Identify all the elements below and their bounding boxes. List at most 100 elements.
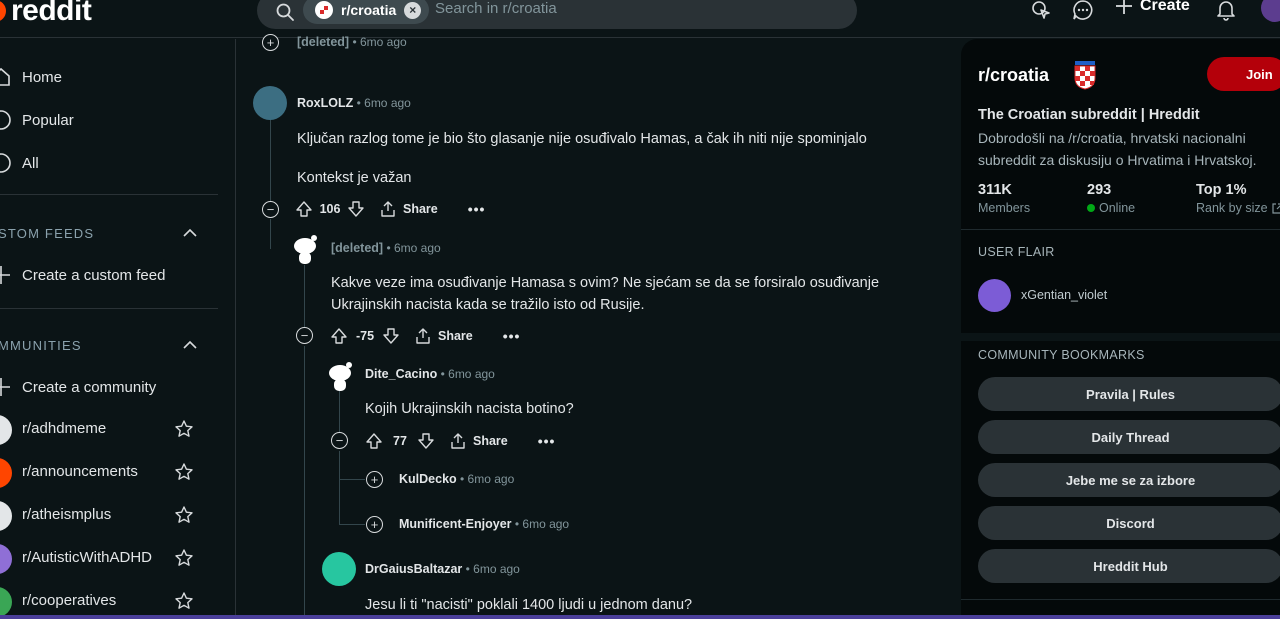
community-name: r/cooperatives xyxy=(22,592,117,609)
comment-time: 6mo ago xyxy=(359,35,407,49)
thread-line xyxy=(270,119,271,209)
search-scope-chip[interactable]: r/croatia × xyxy=(303,0,430,24)
downvote-icon[interactable] xyxy=(417,432,435,450)
join-button[interactable]: Join xyxy=(1207,57,1280,91)
comment-body: Jesu li ti "nacisti" poklali 1400 ljudi … xyxy=(365,597,693,613)
thread-line xyxy=(270,219,271,249)
chat-icon[interactable] xyxy=(1071,0,1095,22)
collapse-thread-button[interactable]: − xyxy=(331,432,348,449)
meta-separator: • xyxy=(386,241,394,255)
more-options-button[interactable]: ••• xyxy=(503,328,521,344)
subreddit-description: Dobrodošli na /r/croatia, hrvatski nacio… xyxy=(978,130,1257,168)
subreddit-name[interactable]: r/croatia xyxy=(978,65,1049,86)
community-item[interactable]: r/atheismplus xyxy=(0,497,220,533)
more-options-button[interactable]: ••• xyxy=(468,201,486,217)
favorite-star-icon[interactable] xyxy=(174,591,194,611)
popular-icon xyxy=(0,110,11,130)
clear-scope-icon[interactable]: × xyxy=(404,1,422,19)
community-name: r/AutisticWithADHD xyxy=(22,549,153,566)
subreddit-info-sidebar: r/croatia Join The Croatian subreddit | … xyxy=(961,39,1280,619)
community-item[interactable]: r/AutisticWithADHD xyxy=(0,540,220,576)
notifications-bell-icon[interactable] xyxy=(1214,0,1238,22)
left-sidebar: Home Popular All STOM FEEDS Create a cus… xyxy=(0,39,236,619)
comment-author[interactable]: KulDecko xyxy=(399,472,457,486)
custom-feeds-heading[interactable]: STOM FEEDS xyxy=(0,219,218,249)
favorite-star-icon[interactable] xyxy=(174,505,194,525)
comment-meta: [deleted] • 6mo ago xyxy=(331,241,441,255)
community-item[interactable]: r/announcements xyxy=(0,454,220,490)
user-avatar[interactable] xyxy=(322,552,356,586)
favorite-star-icon[interactable] xyxy=(174,548,194,568)
community-name: r/adhdmeme xyxy=(22,420,107,437)
bookmark-button[interactable]: Hreddit Hub xyxy=(978,549,1280,583)
community-name: r/announcements xyxy=(22,463,138,480)
reddit-logo[interactable]: reddit xyxy=(0,0,92,28)
bookmark-button[interactable]: Discord xyxy=(978,506,1280,540)
share-button[interactable]: Share xyxy=(449,432,508,450)
communities-heading[interactable]: MMUNITIES xyxy=(0,331,218,361)
collapse-thread-button[interactable]: − xyxy=(262,201,279,218)
nav-popular[interactable]: Popular xyxy=(0,102,220,138)
home-icon xyxy=(0,67,10,86)
favorite-star-icon[interactable] xyxy=(174,462,194,482)
croatia-flag-icon xyxy=(1074,61,1096,90)
thread-line xyxy=(304,265,305,335)
thread-line xyxy=(304,346,305,619)
upvote-icon[interactable] xyxy=(365,432,383,450)
bookmark-button[interactable]: Daily Thread xyxy=(978,420,1280,454)
subreddit-title: The Croatian subreddit | Hreddit xyxy=(978,107,1200,123)
bookmark-button[interactable]: Jebe me se za izbore xyxy=(978,463,1280,497)
share-button[interactable]: Share xyxy=(414,327,473,345)
nav-all[interactable]: All xyxy=(0,145,220,181)
favorite-star-icon[interactable] xyxy=(174,419,194,439)
downvote-icon[interactable] xyxy=(347,200,365,218)
comment-author[interactable]: DrGaiusBaltazar xyxy=(365,562,462,576)
search-input[interactable]: Search in r/croatia xyxy=(435,0,557,17)
top-header: reddit r/croatia × Search in r/croatia C… xyxy=(0,0,1280,38)
stat-value: 293 xyxy=(1087,182,1112,198)
comment-author[interactable]: [deleted] xyxy=(297,35,349,49)
search-bar[interactable]: r/croatia × Search in r/croatia xyxy=(257,0,857,29)
advertise-icon[interactable] xyxy=(1029,0,1053,22)
expand-thread-button[interactable]: + xyxy=(262,34,279,51)
share-label: Share xyxy=(438,329,473,343)
sidebar-divider xyxy=(0,194,218,195)
user-avatar[interactable] xyxy=(324,357,356,393)
upvote-icon[interactable] xyxy=(330,327,348,345)
upvote-icon[interactable] xyxy=(295,200,313,218)
create-community[interactable]: Create a community xyxy=(0,369,220,405)
all-icon xyxy=(0,153,11,173)
subreddit-avatar-icon xyxy=(315,1,333,19)
share-button[interactable]: Share xyxy=(379,200,438,218)
comment-time: 6mo ago xyxy=(522,517,570,531)
external-link-icon[interactable] xyxy=(1271,202,1280,214)
vote-count: -75 xyxy=(355,329,375,343)
community-item[interactable]: r/adhdmeme xyxy=(0,411,220,447)
deleted-user-avatar xyxy=(289,230,321,266)
expand-thread-button[interactable]: + xyxy=(366,471,383,488)
create-custom-feed[interactable]: Create a custom feed xyxy=(0,257,220,293)
comment-time: 6mo ago xyxy=(364,96,411,110)
online-stat: 293 Online xyxy=(1087,182,1135,215)
community-item[interactable]: r/cooperatives xyxy=(0,583,220,619)
user-avatar[interactable] xyxy=(1261,0,1280,22)
share-label: Share xyxy=(403,202,438,216)
comment-meta: [deleted] • 6mo ago xyxy=(297,35,407,49)
more-options-button[interactable]: ••• xyxy=(538,433,556,449)
user-avatar[interactable] xyxy=(253,86,287,120)
comment-body: Kakve veze ima osuđivanje Hamasa s ovim?… xyxy=(331,275,880,313)
downvote-icon[interactable] xyxy=(382,327,400,345)
reddit-logo-icon xyxy=(0,0,6,22)
user-flair-name[interactable]: xGentian_violet xyxy=(1021,288,1107,302)
search-icon xyxy=(276,3,294,21)
comment-author[interactable]: Dite_Cacino xyxy=(365,367,437,381)
expand-thread-button[interactable]: + xyxy=(366,516,383,533)
collapse-thread-button[interactable]: − xyxy=(296,327,313,344)
sidebar-divider xyxy=(961,599,1280,600)
communities-heading-label: MMUNITIES xyxy=(0,338,82,353)
comment-author[interactable]: Munificent-Enjoyer xyxy=(399,517,512,531)
create-button[interactable]: Create xyxy=(1114,0,1190,16)
comment-author[interactable]: RoxLOLZ xyxy=(297,96,353,110)
bookmark-button[interactable]: Pravila | Rules xyxy=(978,377,1280,411)
nav-home[interactable]: Home xyxy=(0,59,220,95)
